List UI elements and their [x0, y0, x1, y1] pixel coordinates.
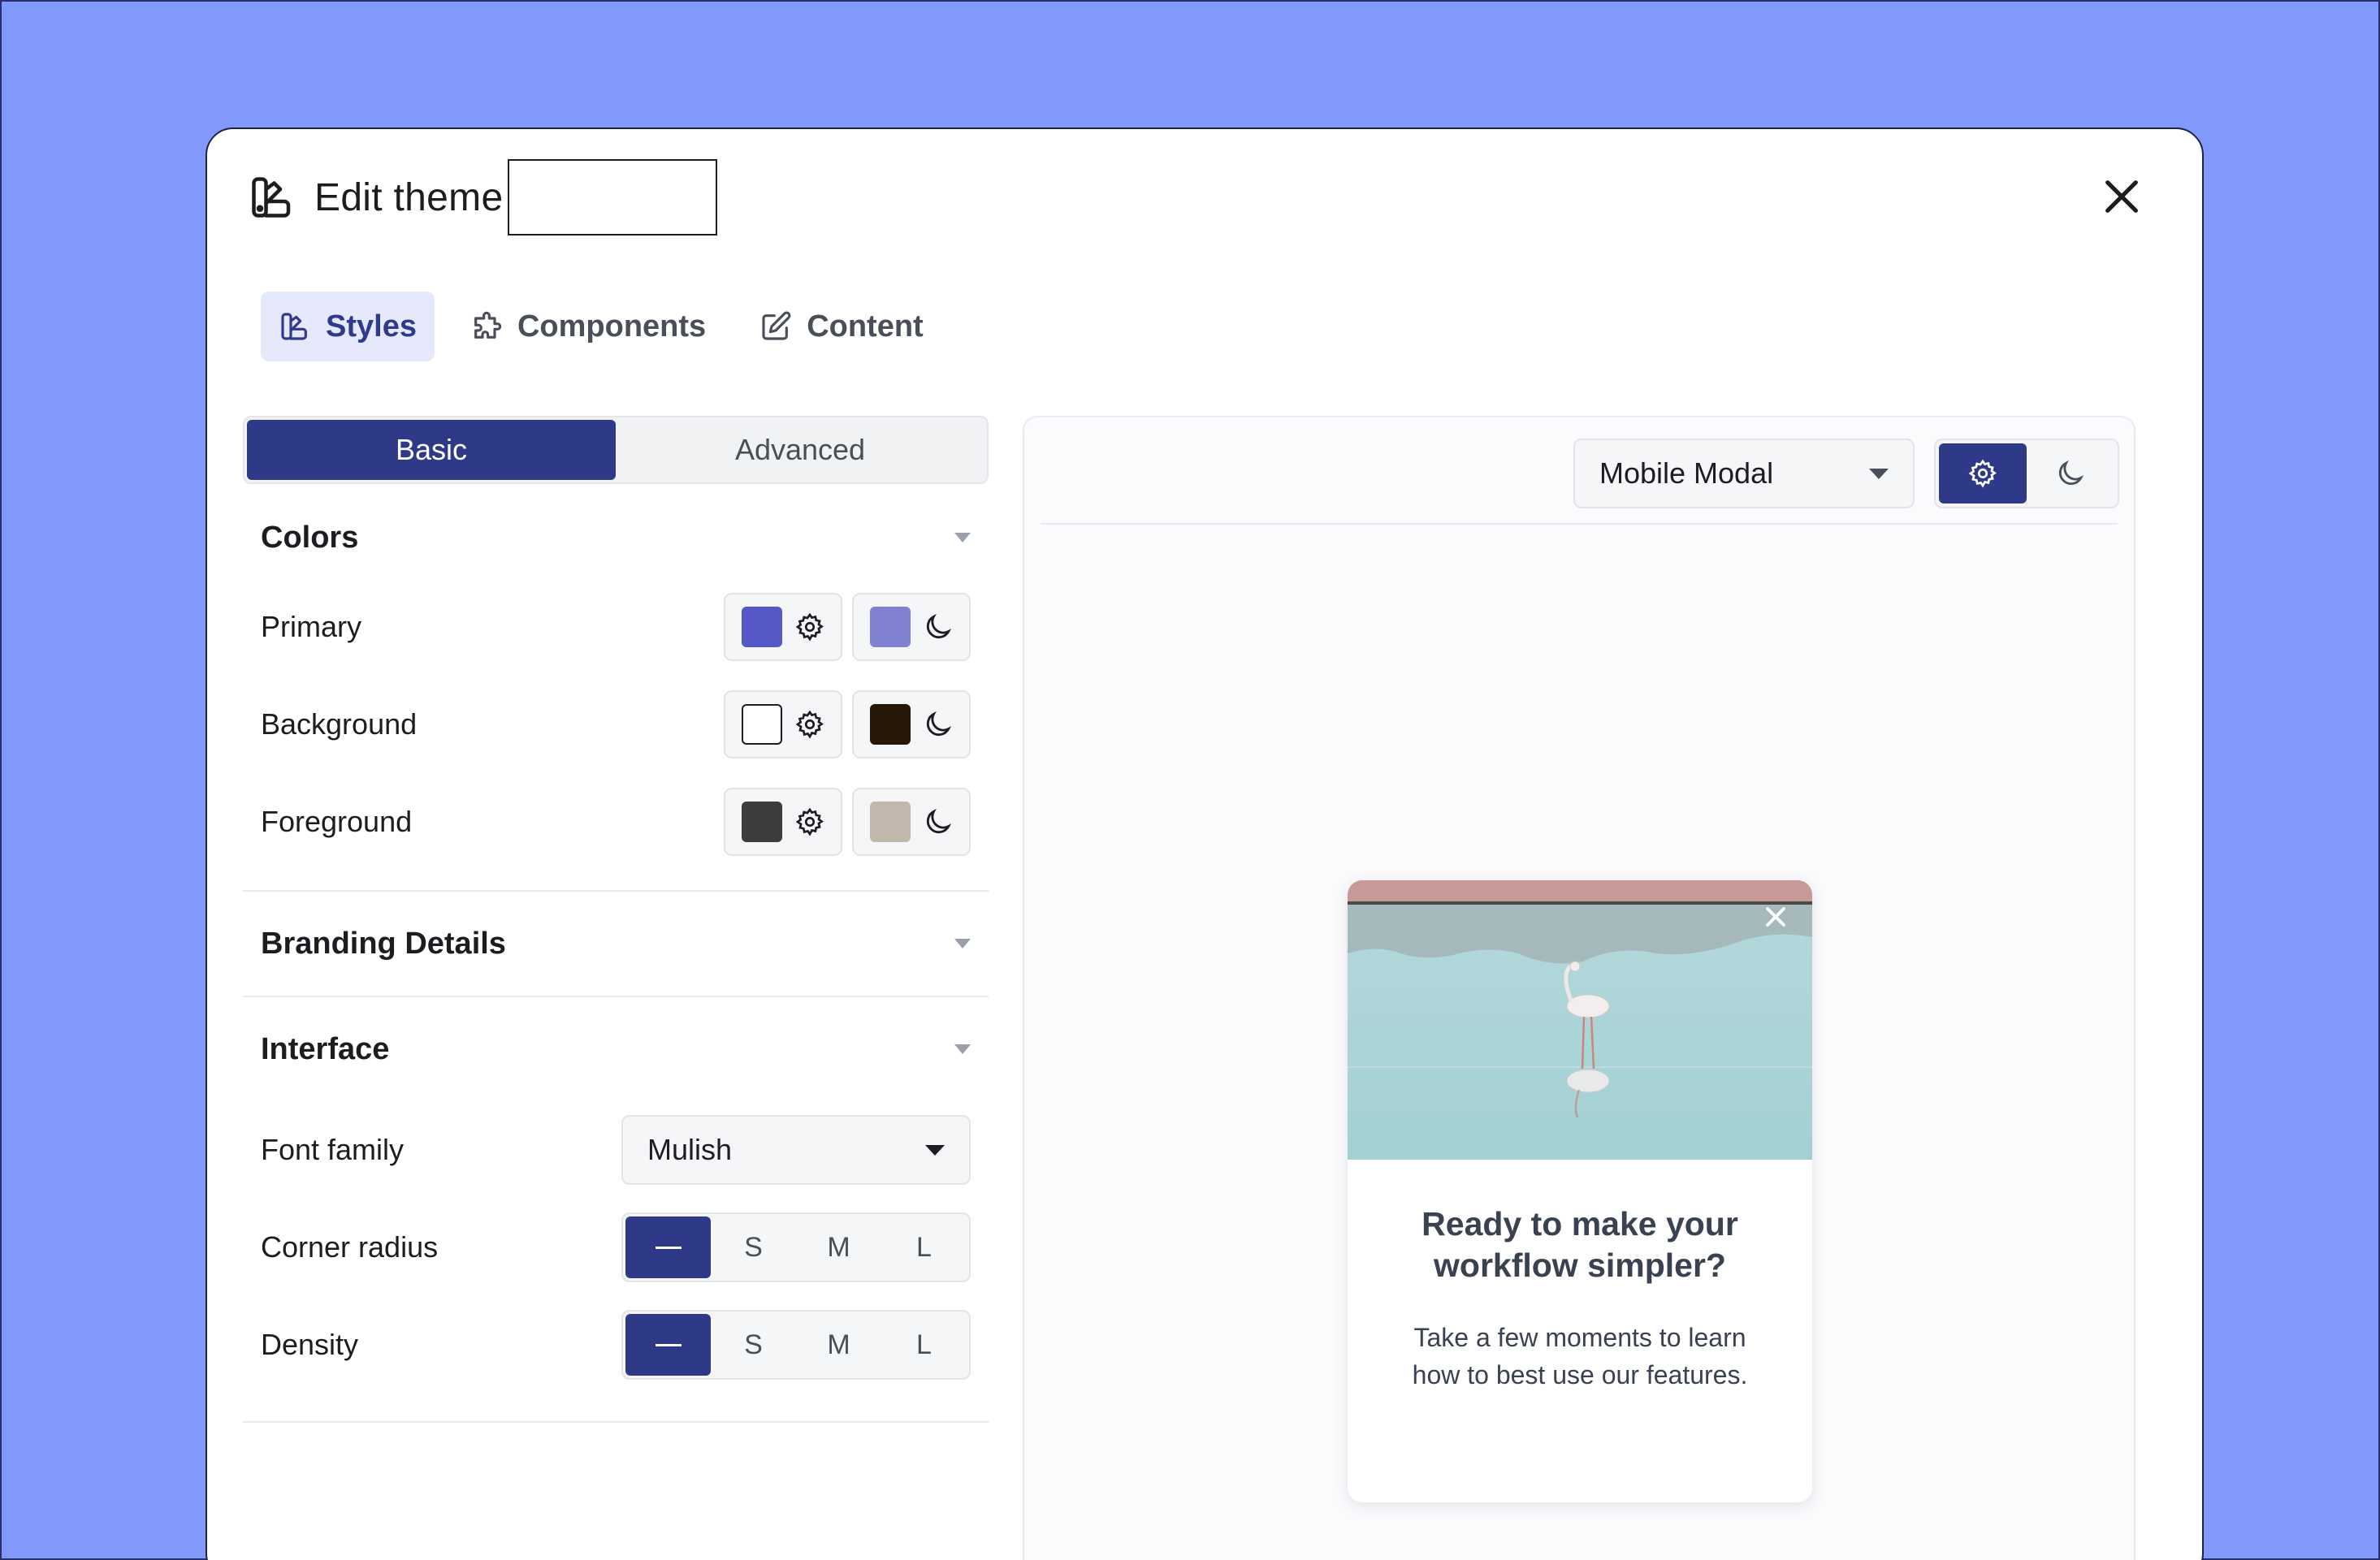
- primary-light-color-button[interactable]: [724, 593, 842, 661]
- theme-tabs: Styles Components Content: [261, 292, 941, 361]
- background-light-color-button[interactable]: [724, 690, 842, 758]
- moon-icon: [926, 613, 951, 639]
- close-icon: [2105, 180, 2138, 213]
- density-m-option[interactable]: M: [796, 1314, 881, 1376]
- tab-components[interactable]: Components: [452, 292, 724, 361]
- moon-icon: [2058, 460, 2084, 486]
- preview-heading: Ready to make your workflow simpler?: [1422, 1205, 1738, 1284]
- modal-title: Edit theme: [314, 175, 504, 219]
- section-title: Branding Details: [261, 926, 506, 961]
- color-swatch: [869, 704, 911, 745]
- density-row: Density S M L: [243, 1296, 989, 1394]
- color-swatch: [741, 802, 782, 842]
- corner-radius-s-option[interactable]: S: [711, 1216, 796, 1278]
- row-label: Foreground: [261, 805, 413, 838]
- color-row-primary: Primary: [243, 578, 989, 676]
- styles-panel: Basic Advanced Colors Primary Background…: [243, 416, 989, 1423]
- dark-mode-button[interactable]: [2027, 443, 2114, 503]
- close-icon[interactable]: [1763, 905, 1788, 929]
- color-swatch: [741, 704, 782, 745]
- light-dark-toggle: [1934, 439, 2119, 508]
- primary-dark-color-button[interactable]: [852, 593, 971, 661]
- font-family-select[interactable]: Mulish: [621, 1115, 971, 1185]
- tab-label: Components: [517, 309, 707, 344]
- foreground-light-color-button[interactable]: [724, 788, 842, 856]
- close-button[interactable]: [2095, 170, 2148, 223]
- density-s-option[interactable]: S: [711, 1314, 796, 1376]
- section-title: Interface: [261, 1031, 390, 1066]
- palette-icon: [248, 173, 296, 222]
- preview-type-select[interactable]: Mobile Modal: [1573, 439, 1915, 508]
- flamingo-image: [1348, 880, 1812, 1160]
- gear-icon: [795, 710, 824, 739]
- color-row-background: Background: [243, 676, 989, 773]
- row-label: Corner radius: [261, 1230, 439, 1264]
- mobile-modal-preview: Ready to make your workflow simpler? Tak…: [1348, 880, 1812, 1502]
- color-swatch: [869, 802, 911, 842]
- tab-styles[interactable]: Styles: [261, 292, 435, 361]
- gear-icon: [795, 807, 824, 836]
- corner-radius-row: Corner radius S M L: [243, 1199, 989, 1296]
- tab-label: Content: [807, 309, 924, 344]
- tab-label: Styles: [326, 309, 417, 344]
- preview-panel: Mobile Modal Ready to make your workflow…: [1023, 416, 2136, 1560]
- chevron-down-icon: [954, 1044, 971, 1054]
- font-family-row: Font family Mulish: [243, 1101, 989, 1199]
- foreground-dark-color-button[interactable]: [852, 788, 971, 856]
- corner-radius-l-option[interactable]: L: [881, 1216, 967, 1278]
- light-mode-button[interactable]: [1939, 443, 2027, 503]
- row-label: Density: [261, 1328, 359, 1361]
- modal-header: Edit theme: [248, 158, 718, 236]
- preview-body: Take a few moments to learn how to best …: [1412, 1323, 1748, 1389]
- basic-advanced-toggle: Basic Advanced: [243, 416, 989, 484]
- minus-icon: [655, 1246, 682, 1249]
- dropdown-arrow-icon: [1869, 468, 1889, 479]
- divider: [1041, 523, 2118, 525]
- color-swatch: [741, 607, 782, 647]
- tab-content[interactable]: Content: [742, 292, 941, 361]
- chevron-down-icon: [954, 939, 971, 949]
- divider: [243, 1421, 989, 1423]
- chevron-down-icon: [954, 533, 971, 542]
- preview-toolbar: Mobile Modal: [1573, 439, 2119, 508]
- gear-icon: [1968, 459, 1997, 488]
- row-label: Primary: [261, 610, 361, 643]
- gear-icon: [795, 612, 824, 642]
- color-swatch: [869, 607, 911, 647]
- background-dark-color-button[interactable]: [852, 690, 971, 758]
- branding-section-header[interactable]: Branding Details: [243, 892, 989, 996]
- select-value: Mobile Modal: [1599, 456, 1774, 490]
- corner-radius-none-option[interactable]: [625, 1216, 711, 1278]
- edit-theme-modal: Edit theme Styles Components Content Bas…: [206, 127, 2204, 1560]
- corner-radius-m-option[interactable]: M: [796, 1216, 881, 1278]
- edit-icon: [762, 311, 791, 340]
- colors-section-header[interactable]: Colors: [243, 497, 989, 578]
- palette-icon: [281, 313, 307, 340]
- row-label: Background: [261, 707, 418, 741]
- minus-icon: [655, 1343, 682, 1346]
- puzzle-icon: [474, 311, 502, 339]
- basic-button[interactable]: Basic: [247, 420, 616, 480]
- moon-icon: [926, 711, 951, 737]
- theme-name-input[interactable]: [508, 159, 718, 236]
- color-row-foreground: Foreground: [243, 773, 989, 871]
- moon-icon: [926, 808, 951, 834]
- density-l-option[interactable]: L: [881, 1314, 967, 1376]
- row-label: Font family: [261, 1133, 405, 1166]
- section-title: Colors: [261, 520, 359, 555]
- density-none-option[interactable]: [625, 1314, 711, 1376]
- interface-section-header[interactable]: Interface: [243, 997, 989, 1101]
- density-selector: S M L: [621, 1310, 971, 1380]
- advanced-button[interactable]: Advanced: [616, 420, 984, 480]
- select-value: Mulish: [647, 1133, 733, 1166]
- corner-radius-selector: S M L: [621, 1212, 971, 1282]
- dropdown-arrow-icon: [925, 1144, 945, 1156]
